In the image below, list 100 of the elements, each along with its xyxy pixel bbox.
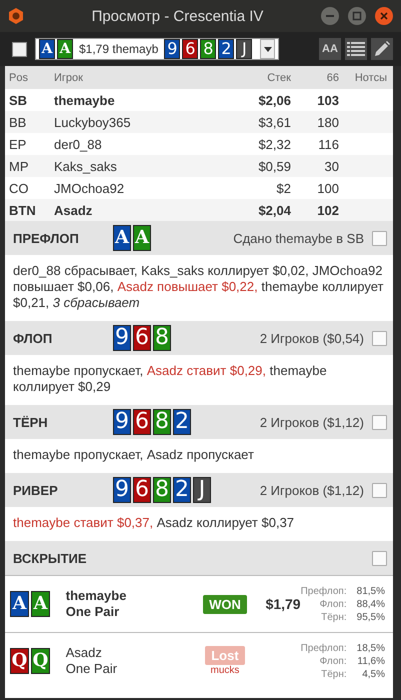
table-cell-text: 100 bbox=[316, 180, 339, 196]
playing-card: A bbox=[10, 591, 29, 617]
playing-card: 8 bbox=[153, 477, 171, 503]
playing-card: A bbox=[113, 225, 131, 251]
table-row[interactable]: EP der0_88 $2,32 116 bbox=[5, 133, 393, 155]
table-cell-text: Luckyboy365 bbox=[54, 114, 132, 130]
maximize-icon[interactable] bbox=[348, 7, 366, 25]
table-cell-text: 30 bbox=[324, 158, 339, 174]
table-row[interactable]: BB Luckyboy365 $3,61 180 bbox=[5, 111, 393, 133]
playing-card: 2 bbox=[173, 409, 191, 435]
close-icon[interactable] bbox=[375, 7, 393, 25]
player-name: Asadz bbox=[66, 645, 103, 661]
street-name: ТЁРН bbox=[13, 414, 49, 430]
equity-label: Префлоп: bbox=[300, 642, 347, 654]
playing-card: A bbox=[31, 591, 50, 617]
street-info: 2 Игроков ($0,54) bbox=[260, 330, 364, 346]
playing-card: 6 bbox=[182, 39, 198, 59]
action-text: themaybe пропускает, Asadz пропускает bbox=[12, 446, 255, 464]
table-row[interactable]: MP Kaks_saks $0,59 30 bbox=[5, 155, 393, 177]
equity-value: 95,5% bbox=[356, 610, 385, 624]
window-title: Просмотр - Crescentia IV bbox=[90, 8, 264, 24]
equity-value: 88,4% bbox=[356, 598, 385, 610]
table-cell-text: $2,06 bbox=[257, 92, 291, 108]
action-text: themaybe пропускает, Asadz ставит $0,29, themaybe коллирует $0,29 bbox=[12, 362, 328, 396]
hand-rank: One Pair bbox=[66, 661, 118, 677]
playing-card: 9 bbox=[113, 477, 131, 503]
street-info: Сдано themaybe в SB bbox=[233, 230, 364, 246]
table-cell-text: 103 bbox=[316, 92, 339, 108]
table-cell-text: $3,61 bbox=[257, 114, 291, 130]
street-info: 2 Игроков ($1,12) bbox=[260, 414, 364, 430]
table-cell-text: $2,04 bbox=[257, 202, 291, 218]
column-header: Игрок bbox=[54, 72, 84, 84]
equity-value: 11,6% bbox=[356, 654, 385, 668]
table-cell-text: 116 bbox=[317, 136, 339, 152]
street-info: 2 Игроков ($1,12) bbox=[260, 482, 364, 498]
table-cell-text: themaybe bbox=[54, 92, 116, 108]
street-name: ФЛОП bbox=[13, 330, 54, 346]
table-cell-text: $2,32 bbox=[257, 136, 291, 152]
note-icon[interactable] bbox=[372, 550, 387, 566]
table-cell-text: der0_88 bbox=[54, 136, 103, 152]
hand-summary: $1,79 themayb bbox=[79, 42, 158, 56]
equity-value: 4,5% bbox=[361, 668, 385, 680]
street-name: ПРЕФЛОП bbox=[13, 230, 80, 246]
player-name: themaybe bbox=[66, 588, 128, 604]
playing-card: J bbox=[193, 477, 211, 503]
table-cell-text: JMOchoa92 bbox=[54, 180, 126, 196]
column-header: Стек bbox=[266, 72, 291, 84]
equity-label: Флоп: bbox=[318, 654, 347, 668]
playing-card: A bbox=[133, 225, 151, 251]
mucks-label: mucks bbox=[210, 665, 240, 676]
hand-rank: One Pair bbox=[66, 604, 120, 620]
win-amount: $1,79 bbox=[264, 596, 301, 612]
playing-card: 9 bbox=[164, 39, 180, 59]
table-cell-text: Asadz bbox=[54, 202, 94, 218]
table-cell-text: $2 bbox=[276, 180, 291, 196]
playing-card: 2 bbox=[173, 477, 191, 503]
equity-value: 81,5% bbox=[356, 584, 385, 598]
playing-card: Q bbox=[31, 648, 50, 674]
table-cell-text: MP bbox=[9, 158, 30, 174]
note-icon[interactable] bbox=[372, 414, 387, 430]
table-cell-text: BTN bbox=[9, 202, 37, 218]
playing-card: Q bbox=[10, 648, 29, 674]
note-icon[interactable] bbox=[372, 330, 387, 346]
result-badge: Lost bbox=[205, 646, 245, 665]
table-cell-text: CO bbox=[9, 180, 30, 196]
playing-card: 8 bbox=[153, 409, 171, 435]
table-row[interactable]: BTN Asadz $2,04 102 bbox=[5, 199, 393, 221]
table-cell-text: EP bbox=[9, 136, 28, 152]
equity-value: 18,5% bbox=[356, 642, 385, 654]
table-row[interactable]: SB themaybe $2,06 103 bbox=[5, 89, 393, 111]
table-row[interactable]: CO JMOchoa92 $2 100 bbox=[5, 177, 393, 199]
column-header: 66 bbox=[326, 72, 339, 84]
pencil-button[interactable] bbox=[371, 38, 393, 60]
equity-label: Префлоп: bbox=[300, 584, 347, 598]
playing-card: 6 bbox=[133, 477, 151, 503]
playing-card: 6 bbox=[133, 409, 151, 435]
note-icon[interactable] bbox=[372, 482, 387, 498]
note-icon[interactable] bbox=[372, 230, 387, 246]
playing-card: 8 bbox=[200, 39, 216, 59]
column-header: Нотсы bbox=[354, 72, 388, 84]
playing-card: 6 bbox=[133, 325, 151, 351]
table-cell-text: 180 bbox=[316, 114, 339, 130]
table-cell-text: 102 bbox=[316, 202, 339, 218]
minimize-icon[interactable] bbox=[321, 7, 339, 25]
hand-dropdown[interactable]: A A $1,79 themayb 9 6 8 2 J bbox=[35, 38, 280, 60]
equity-label: Флоп: bbox=[318, 598, 347, 610]
action-text: themaybe ставит $0,37, Asadz коллирует $0,37 bbox=[12, 514, 296, 532]
playing-card: J bbox=[236, 39, 252, 59]
checkbox[interactable] bbox=[12, 42, 27, 56]
playing-card: A bbox=[57, 39, 73, 59]
playing-card: A bbox=[39, 39, 55, 59]
playing-card: 9 bbox=[113, 325, 131, 351]
result-badge: WON bbox=[203, 594, 247, 614]
street-name: ВСКРЫТИЕ bbox=[13, 550, 88, 566]
font-size-button[interactable]: AA bbox=[319, 38, 341, 60]
list-button[interactable] bbox=[345, 38, 367, 60]
table-cell-text: SB bbox=[9, 92, 28, 108]
playing-card: 8 bbox=[153, 325, 171, 351]
equity-label: Тёрн: bbox=[320, 668, 347, 680]
table-cell-text: $0,59 bbox=[257, 158, 291, 174]
